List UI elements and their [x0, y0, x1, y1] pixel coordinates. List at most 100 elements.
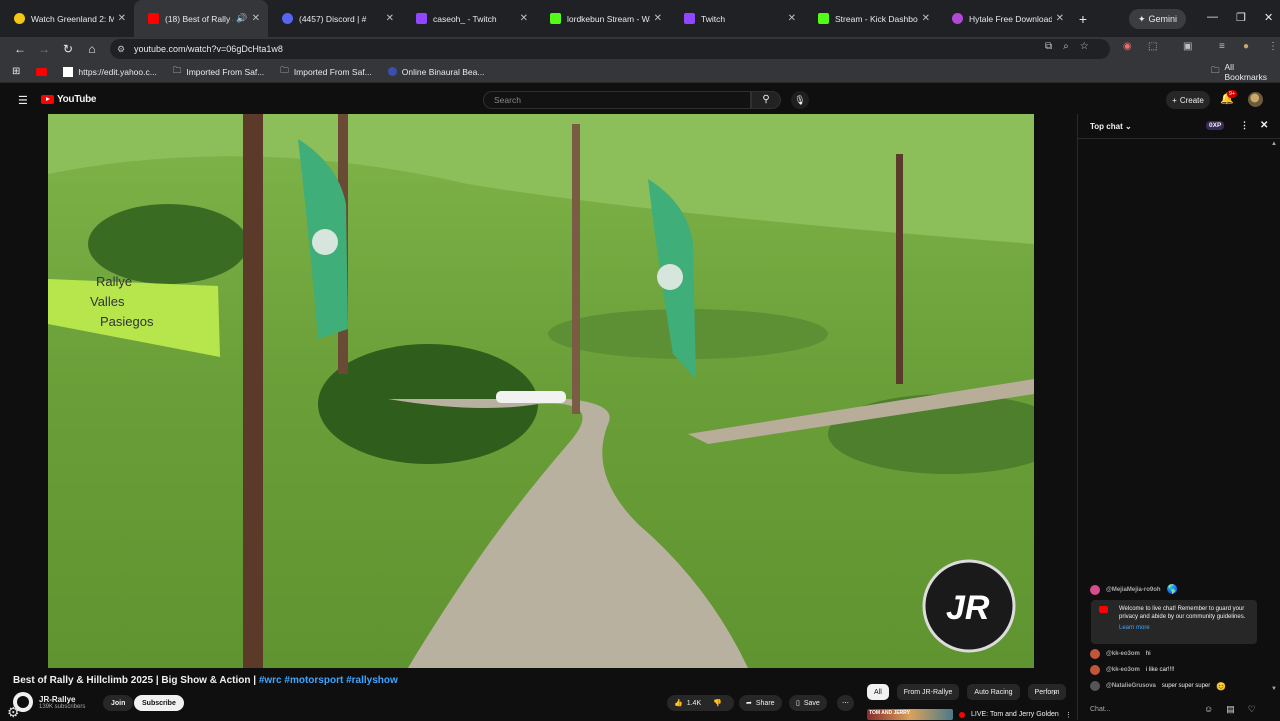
url-actions: ⧉ ⌕ ☆ — [1045, 41, 1089, 52]
close-window-icon[interactable]: ✕ — [1264, 11, 1273, 24]
youtube-logo[interactable]: YouTube — [41, 94, 97, 105]
chevron-right-icon[interactable]: › — [1053, 687, 1056, 697]
scroll-up-icon[interactable]: ▲ — [1271, 141, 1277, 147]
chat-message: @MejiaMejia-ro9oh 🌎 — [1090, 584, 1178, 595]
star-icon[interactable]: ☆ — [1080, 41, 1089, 52]
bookmark-folder-1[interactable]: 🗀 Imported From Saf... — [173, 65, 264, 79]
kebab-icon[interactable]: ⋮ — [1065, 711, 1072, 719]
forward-icon[interactable]: → — [32, 42, 56, 56]
site-icon — [387, 67, 397, 76]
chip-from-channel[interactable]: From JR-Rallye — [896, 684, 960, 700]
tab-best-of-rally[interactable]: (18) Best of Rally & 🔊 ✕ — [134, 0, 268, 37]
share-button[interactable]: ➦ Share — [739, 695, 782, 711]
heart-icon[interactable]: ♡ — [1248, 704, 1256, 715]
media-icon[interactable]: ≡ — [1219, 41, 1225, 52]
save-button[interactable]: ▯ Save — [789, 695, 827, 711]
tab-hytale[interactable]: Hytale Free Download ✕ — [938, 0, 1072, 37]
globe-emoji-icon: 🌎 — [1166, 584, 1178, 594]
bookmark-yahoo[interactable]: https://edit.yahoo.c... — [63, 66, 157, 77]
close-icon[interactable]: ✕ — [654, 13, 662, 24]
channel-name[interactable]: JR-Rallye — [39, 695, 85, 704]
close-icon[interactable]: ✕ — [1056, 13, 1064, 24]
all-bookmarks[interactable]: 🗀 All Bookmarks — [1211, 62, 1267, 82]
video-hashtags[interactable]: #wrc #motorsport #rallyshow — [259, 675, 398, 686]
chip-auto-racing[interactable]: Auto Racing — [967, 684, 1020, 700]
close-icon[interactable]: ✕ — [1260, 120, 1268, 131]
subscribe-button[interactable]: Subscribe — [134, 695, 184, 711]
kebab-icon[interactable]: ⋮ — [1240, 120, 1249, 131]
tab-watch-greenland[interactable]: Watch Greenland 2: Mig ✕ — [0, 0, 134, 37]
close-icon[interactable]: ✕ — [788, 13, 796, 24]
bookmark-folder-2[interactable]: 🗀 Imported From Saf... — [280, 65, 371, 79]
new-tab-button[interactable]: + — [1072, 11, 1094, 27]
youtube-icon — [36, 67, 48, 76]
more-actions-button[interactable]: ⋯ — [837, 695, 854, 711]
tab-twitch[interactable]: Twitch ✕ — [670, 0, 804, 37]
close-icon[interactable]: ✕ — [386, 13, 394, 24]
video-player[interactable]: Rallye Valles Pasiegos JR — [48, 114, 1034, 668]
back-icon[interactable]: ← — [8, 42, 32, 56]
reload-icon[interactable]: ↻ — [56, 42, 80, 56]
chat-author[interactable]: @kk-eo3om — [1106, 651, 1140, 657]
apps-icon[interactable]: ⊞ — [12, 66, 20, 77]
chat-author[interactable]: @MejiaMejia-ro9oh — [1106, 587, 1161, 593]
chip-performance[interactable]: Perform — [1027, 684, 1067, 700]
gemini-button[interactable]: ✦ Gemini — [1129, 9, 1186, 29]
url-bar[interactable]: ⚙ youtube.com/watch?v=06gDcHta1w8 — [110, 39, 1110, 59]
tab-lordkebun[interactable]: lordkebun Stream - Wa ✕ — [536, 0, 670, 37]
account-avatar[interactable] — [1248, 92, 1263, 107]
tab-discord[interactable]: (4457) Discord | # ✕ — [268, 0, 402, 37]
video-thumbnail: TOM AND JERRY — [867, 709, 953, 720]
tab-kick-dashboard[interactable]: Stream - Kick Dashboar ✕ — [804, 0, 938, 37]
xp-badge[interactable]: 0XP — [1206, 121, 1225, 130]
create-button[interactable]: + Create — [1166, 91, 1210, 109]
recommended-live-video[interactable]: TOM AND JERRY LIVE: Tom and Jerry Golden… — [867, 709, 1072, 720]
home-icon[interactable]: ⌂ — [80, 42, 104, 56]
chat-author[interactable]: @kk-eo3om — [1106, 667, 1140, 673]
voice-search-button[interactable]: 🎙 — [791, 91, 809, 109]
search-input[interactable]: Search — [483, 91, 751, 109]
chat-mode-selector[interactable]: Top chat ⌄ — [1090, 122, 1132, 131]
search-button[interactable]: ⚲ — [751, 91, 781, 109]
zoom-icon[interactable]: ⌕ — [1063, 41, 1069, 52]
like-count[interactable]: 1.4K — [687, 700, 701, 707]
minimize-icon[interactable]: — — [1207, 11, 1218, 23]
menu-icon[interactable]: ⋮ — [1268, 41, 1278, 52]
profile-icon[interactable]: ● — [1243, 41, 1249, 52]
banner-text-3: Pasiegos — [100, 314, 154, 329]
bookmark-binaural[interactable]: Online Binaural Bea... — [387, 67, 484, 77]
tab-favicon — [818, 13, 829, 24]
bookmark-youtube[interactable] — [36, 67, 48, 76]
tab-favicon — [416, 13, 427, 24]
chip-all[interactable]: All — [867, 684, 889, 700]
close-icon[interactable]: ✕ — [118, 13, 126, 24]
super-chat-icon[interactable]: ▤ — [1226, 704, 1235, 715]
close-icon[interactable]: ✕ — [922, 13, 930, 24]
site-info-icon[interactable]: ⚙ — [117, 44, 125, 55]
install-icon[interactable]: ⧉ — [1045, 41, 1052, 52]
restore-icon[interactable]: ❐ — [1236, 11, 1246, 24]
tab-caseoh-twitch[interactable]: caseoh_ - Twitch ✕ — [402, 0, 536, 37]
chat-author[interactable]: @NatalieGrusova — [1106, 683, 1156, 689]
extension-icon[interactable]: ◉ — [1123, 41, 1132, 52]
gear-icon[interactable]: ⚙ — [7, 704, 20, 721]
folder-icon: 🗀 — [1211, 64, 1220, 75]
close-icon[interactable]: ✕ — [520, 13, 528, 24]
close-icon[interactable]: ✕ — [252, 13, 260, 24]
join-button[interactable]: Join — [103, 695, 134, 711]
browser-tab-strip: Watch Greenland 2: Mig ✕ (18) Best of Ra… — [0, 0, 1280, 37]
speaker-icon[interactable]: 🔊 — [236, 13, 247, 24]
thumbs-down-icon[interactable]: 👎 — [713, 699, 722, 707]
folder-icon: 🗀 — [280, 64, 289, 75]
scroll-down-icon[interactable]: ▼ — [1271, 686, 1277, 692]
chat-input[interactable]: Chat... — [1090, 706, 1111, 713]
learn-more-link[interactable]: Learn more — [1119, 624, 1251, 632]
thumbs-up-icon[interactable]: 👍 — [674, 699, 683, 707]
tab-favicon — [952, 13, 963, 24]
split-view-icon[interactable]: ▣ — [1183, 41, 1192, 52]
bookmark-icon: ▯ — [796, 700, 800, 707]
hamburger-icon[interactable]: ☰ — [18, 94, 28, 107]
puzzle-icon[interactable]: ⬚ — [1148, 41, 1157, 52]
emoji-icon[interactable]: ☺ — [1204, 704, 1213, 715]
jr-watermark: JR — [946, 589, 990, 627]
